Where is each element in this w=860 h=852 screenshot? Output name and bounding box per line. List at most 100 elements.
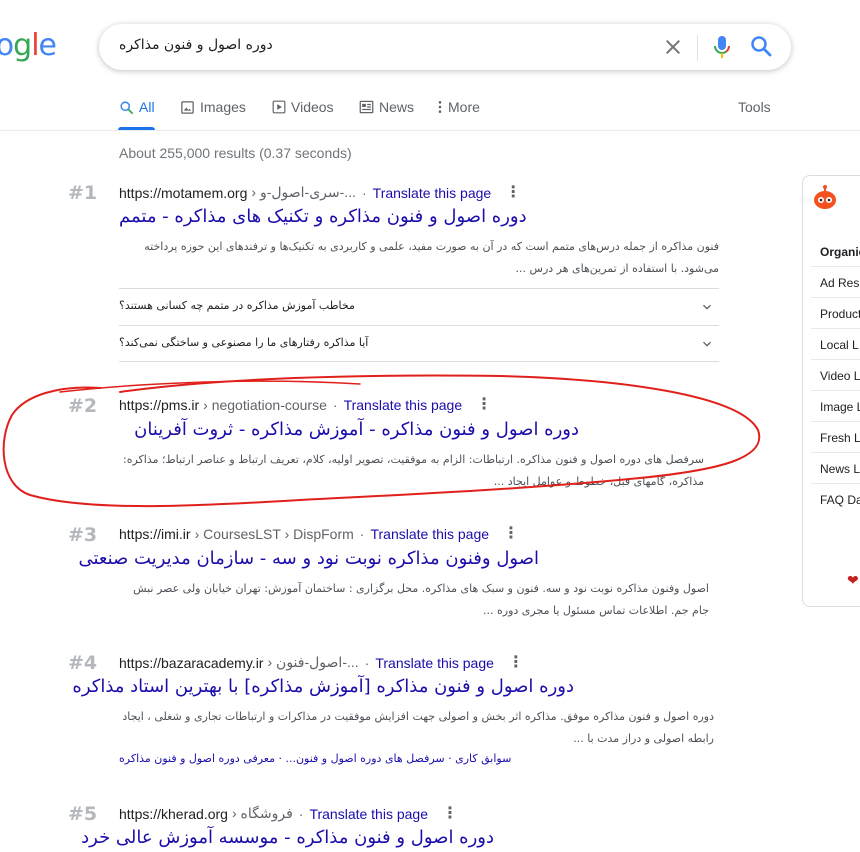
result-stats: About 255,000 results (0.37 seconds)	[119, 145, 352, 161]
result-rank: #5	[68, 803, 98, 825]
robot-icon[interactable]	[811, 184, 839, 212]
tab-news[interactable]: News	[359, 99, 414, 115]
faq-question: مخاطب آموزش مذاکره در متمم چه کسانی هستن…	[119, 299, 355, 312]
panel-divider	[811, 297, 860, 298]
panel-item-fresh[interactable]: Fresh L	[820, 431, 860, 445]
search-icon	[120, 100, 133, 114]
search-divider	[697, 35, 698, 61]
result-rank: #3	[68, 524, 98, 546]
translate-link[interactable]: Translate this page	[370, 526, 489, 542]
panel-item-image[interactable]: Image L	[820, 400, 860, 414]
more-options-icon[interactable]: ⋮	[508, 654, 524, 671]
result-rank: #1	[68, 182, 98, 204]
panel-divider	[811, 483, 860, 484]
clear-icon[interactable]	[661, 35, 685, 59]
result-path: › اصول-فنون-...	[267, 654, 359, 670]
result-rank: #2	[68, 395, 98, 417]
result-cite[interactable]: https://pms.ir › negotiation-course · Tr…	[119, 397, 492, 414]
result-snippet: اصول وفنون مذاکره نوبت نود و سه. فنون و …	[133, 582, 709, 617]
tab-videos[interactable]: Videos	[272, 99, 334, 115]
panel-divider	[811, 421, 860, 422]
search-input[interactable]: دوره اصول و فنون مذاکره	[119, 37, 273, 53]
result-cite[interactable]: https://bazaracademy.ir › اصول-فنون-... …	[119, 654, 524, 671]
video-icon	[272, 100, 286, 114]
tab-label: More	[448, 99, 480, 115]
panel-divider	[811, 452, 860, 453]
result-title[interactable]: دوره اصول و فنون مذاکره - آموزش مذاکره -…	[119, 419, 579, 440]
search-result: #1 https://motamem.org › سری-اصول-و-... …	[68, 182, 728, 275]
image-icon	[181, 100, 194, 114]
panel-divider	[811, 359, 860, 360]
tab-all[interactable]: All	[119, 99, 155, 115]
more-options-icon[interactable]: ⋮	[476, 397, 492, 413]
tab-label: News	[379, 99, 415, 115]
result-snippet: دوره اصول و فنون مذاکره موفق. مذاکره اثر…	[122, 710, 714, 745]
result-path: › سری-اصول-و-...	[251, 184, 356, 200]
heart-icon[interactable]: ❤	[847, 572, 859, 589]
result-site: https://motamem.org	[119, 184, 248, 201]
result-snippet: سرفصل های دوره اصول و فنون مذاکره. ارتبا…	[123, 453, 704, 488]
result-cite[interactable]: https://motamem.org › سری-اصول-و-... · T…	[119, 184, 521, 201]
search-result: #2 https://pms.ir › negotiation-course ·…	[68, 395, 728, 490]
separator-dot: ·	[298, 805, 304, 822]
search-result: #3 https://imi.ir › CoursesLST › DispFor…	[68, 524, 728, 619]
result-site: https://pms.ir	[119, 397, 200, 413]
result-cite[interactable]: https://kherad.org › فروشگاه · Translate…	[119, 805, 458, 822]
result-path: › negotiation-course	[203, 397, 327, 413]
translate-link[interactable]: Translate this page	[375, 655, 494, 671]
faq-item[interactable]: آیا مذاکره رفتارهای ما را مصنوعی و ساختگ…	[119, 325, 719, 362]
more-vert-icon	[438, 101, 442, 113]
panel-divider	[811, 328, 860, 329]
search-box[interactable]: دوره اصول و فنون مذاکره	[99, 24, 791, 70]
result-path: › CoursesLST › DispForm	[194, 526, 354, 542]
sitelinks[interactable]: سوابق کاری · سرفصل های دوره اصول و فنون.…	[119, 752, 511, 765]
result-site: https://bazaracademy.ir	[119, 654, 264, 671]
separator-dot: ·	[364, 654, 370, 671]
separator-dot: ·	[332, 397, 338, 413]
news-icon	[359, 100, 374, 114]
panel-item-local[interactable]: Local L	[820, 338, 859, 352]
tab-images[interactable]: Images	[180, 99, 246, 115]
seo-extension-panel: Organic Ad Res Product Local L Video L I…	[802, 175, 860, 607]
search-result: #4 https://bazaracademy.ir › اصول-فنون-.…	[68, 652, 728, 747]
result-cite[interactable]: https://imi.ir › CoursesLST › DispForm ·…	[119, 526, 519, 543]
panel-item-product[interactable]: Product	[820, 307, 860, 321]
tab-more[interactable]: More	[437, 99, 480, 115]
panel-item-video[interactable]: Video L	[820, 369, 860, 383]
translate-link[interactable]: Translate this page	[344, 397, 463, 413]
more-options-icon[interactable]: ⋮	[503, 526, 519, 542]
faq-item[interactable]: مخاطب آموزش مذاکره در متمم چه کسانی هستن…	[119, 288, 719, 325]
result-site: https://kherad.org	[119, 805, 228, 822]
more-options-icon[interactable]: ⋮	[505, 184, 521, 201]
tab-label: All	[139, 99, 155, 115]
result-title[interactable]: اصول وفنون مذاکره نوبت نود و سه - سازمان…	[78, 548, 539, 569]
panel-item-news[interactable]: News L	[820, 462, 860, 476]
panel-item-organic[interactable]: Organic	[820, 245, 860, 259]
panel-item-faq[interactable]: FAQ Da	[820, 493, 860, 507]
result-title[interactable]: دوره اصول و فنون مذاکره - موسسه آموزش عا…	[81, 827, 494, 848]
separator-dot: ·	[359, 526, 365, 542]
search-result: #5 https://kherad.org › فروشگاه · Transl…	[68, 803, 728, 852]
panel-item-ad-results[interactable]: Ad Res	[820, 276, 859, 290]
panel-divider	[811, 390, 860, 391]
translate-link[interactable]: Translate this page	[309, 806, 428, 822]
result-snippet: فنون مذاکره از جمله درس‌های متمم است که …	[144, 240, 719, 275]
chevron-down-icon	[703, 341, 711, 347]
tools-button[interactable]: Tools	[738, 99, 771, 115]
separator-dot: ·	[361, 184, 367, 201]
tab-label: Videos	[291, 99, 334, 115]
google-logo[interactable]: ogle	[0, 26, 60, 70]
result-rank: #4	[68, 652, 98, 674]
faq-question: آیا مذاکره رفتارهای ما را مصنوعی و ساختگ…	[119, 336, 369, 349]
more-options-icon[interactable]: ⋮	[442, 805, 458, 822]
tab-label: Images	[200, 99, 246, 115]
result-title[interactable]: دوره اصول و فنون مذاکره [آموزش مذاکره] ب…	[72, 676, 574, 697]
tabs-divider	[0, 130, 860, 131]
result-path: › فروشگاه	[231, 805, 293, 821]
result-title[interactable]: دوره اصول و فنون مذاکره و تکنیک های مذاک…	[119, 206, 719, 227]
translate-link[interactable]: Translate this page	[373, 185, 492, 201]
result-site: https://imi.ir	[119, 526, 191, 542]
search-icon[interactable]	[749, 34, 773, 58]
microphone-icon[interactable]	[710, 34, 734, 60]
chevron-down-icon	[703, 304, 711, 310]
